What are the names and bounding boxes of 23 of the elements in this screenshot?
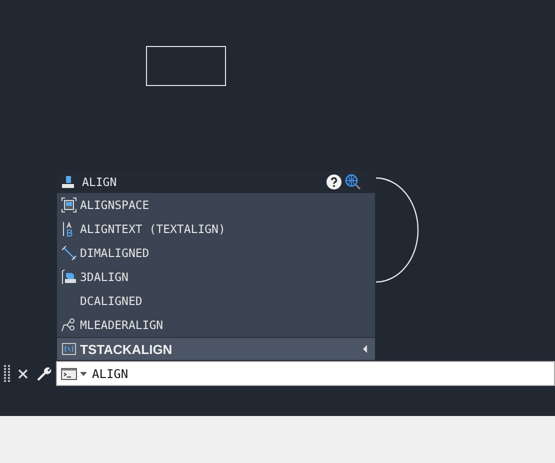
terminal-icon [61, 368, 77, 380]
frame-icon [60, 197, 76, 213]
solid-icon [60, 269, 76, 285]
dropdown-icon[interactable] [80, 372, 87, 376]
command-name[interactable]: ALIGN [82, 174, 117, 188]
command-line-field[interactable]: ALIGN [56, 361, 555, 386]
suggestion-item[interactable]: ALIGNTEXT (TEXTALIGN) [57, 217, 375, 241]
wrench-icon[interactable] [36, 366, 52, 382]
align-icon [60, 174, 76, 190]
suggestion-item[interactable]: DIMALIGNED [57, 241, 375, 265]
suggestion-item[interactable]: ALIGNSPACE [57, 193, 375, 217]
leader-icon [60, 317, 76, 333]
dimension-icon [60, 245, 76, 261]
caret-icon [363, 345, 367, 353]
close-icon[interactable] [18, 368, 28, 378]
help-icon[interactable] [326, 174, 342, 190]
grip-icon[interactable] [4, 364, 10, 382]
suggestion-item[interactable]: 3DALIGN [57, 265, 375, 289]
globe-search-icon[interactable] [345, 174, 361, 190]
suggestion-item[interactable]: TSTACKALIGN [57, 337, 375, 360]
suggestion-item[interactable]: DCALIGNED [57, 289, 375, 313]
suggestion-item[interactable]: MLEADERALIGN [57, 313, 375, 337]
stack-icon [62, 343, 76, 355]
